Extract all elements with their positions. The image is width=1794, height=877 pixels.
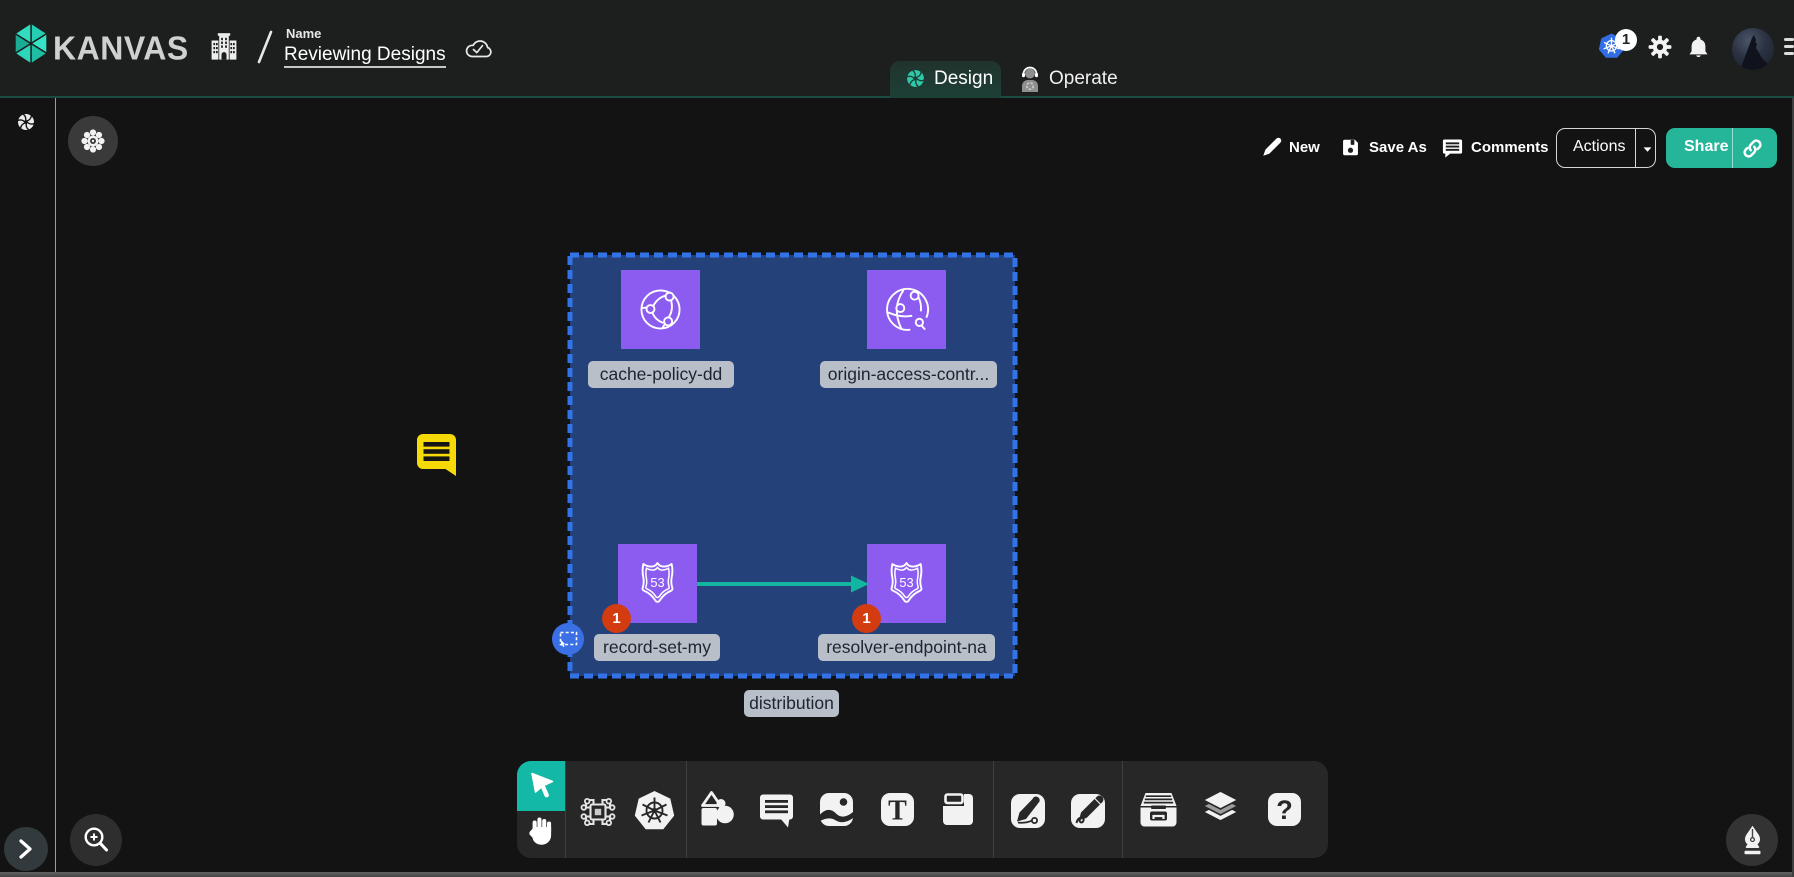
svg-text:53: 53 [899, 575, 913, 590]
svg-text:T: T [888, 796, 907, 827]
svg-text:?: ? [1276, 795, 1293, 825]
svg-text:53: 53 [650, 575, 664, 590]
